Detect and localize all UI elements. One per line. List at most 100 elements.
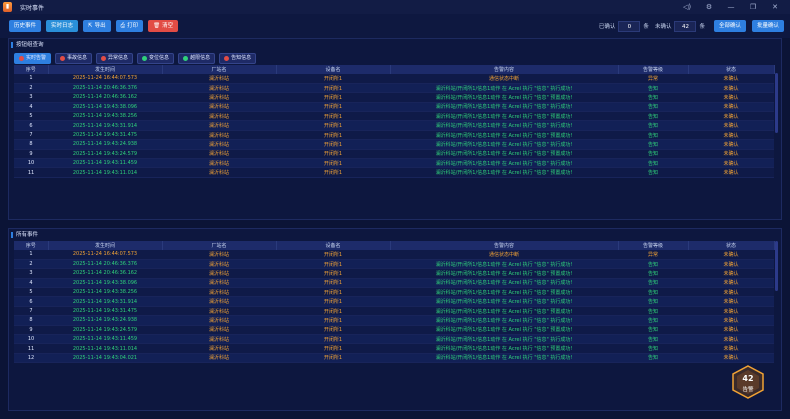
column-header[interactable]: 厂站名 [162,65,277,74]
filter-button[interactable]: 变位信息 [137,52,175,64]
station-name: 澜沂科站 [162,259,276,270]
table-row[interactable]: 7 2025-11-14 19:43:31.475 澜沂科站 开闭所1 澜沂科站/开闭所… [14,130,774,141]
confirm-all-button[interactable]: 全部确认 [713,20,746,32]
column-header[interactable]: 状态 [688,65,775,74]
settings-icon[interactable]: ⚙ [698,3,720,11]
confirm-status: 未确认 [688,139,774,150]
alarm-content: 澜沂科站/开闭所1/信息1动作 在 Acrel 执行 "信息" 执行成功! [390,278,618,289]
table-row[interactable]: 9 2025-11-14 19:43:24.579 澜沂科站 开闭所1 澜沂科站/开闭所… [14,149,774,160]
row-index: 4 [14,102,48,113]
table-row[interactable]: 7 2025-11-14 19:43:31.475 澜沂科站 开闭所1 澜沂科站/开闭所… [14,306,774,317]
column-header[interactable]: 告警等级 [618,241,689,250]
table-row[interactable]: 5 2025-11-14 19:43:38.256 澜沂科站 开闭所1 澜沂科站/开闭所… [14,287,774,298]
table-row[interactable]: 10 2025-11-14 19:43:11.459 澜沂科站 开闭所1 澜沂科站/开闭… [14,334,774,345]
row-index: 11 [14,167,48,178]
table-row[interactable]: 9 2025-11-14 19:43:24.579 澜沂科站 开闭所1 澜沂科站/开闭所… [14,325,774,336]
batch-confirm-button[interactable]: 批量确认 [751,20,784,32]
row-index: 10 [14,158,48,169]
alarm-level: 告知 [618,158,688,169]
filter-button[interactable]: 异常信息 [96,52,134,64]
column-header[interactable]: 发生时间 [48,241,163,250]
realtime-log-button[interactable]: 实时日志 [46,20,79,32]
alarm-level: 告知 [618,149,688,160]
row-index: 10 [14,334,48,345]
table-row[interactable]: 2 2025-11-14 20:46:36.376 澜沂科站 开闭所1 澜沂科站/开闭所… [14,259,774,270]
device-name: 开闭所1 [276,167,390,178]
event-table-top: 序号 发生时间 厂站名 设备名 告警内容 告警等级 状态 1 2025-11-24 16:44… [14,65,775,178]
occur-time: 2025-11-14 19:43:04.021 [48,353,162,364]
table-row[interactable]: 4 2025-11-14 19:43:38.096 澜沂科站 开闭所1 澜沂科站/开闭所… [14,278,774,289]
scrollbar[interactable] [775,73,778,133]
alarm-level: 告知 [618,325,688,336]
minimize-icon[interactable]: — [720,3,742,11]
table-row[interactable]: 2 2025-11-14 20:46:36.376 澜沂科站 开闭所1 澜沂科站/开闭所… [14,83,774,94]
confirm-status: 未确认 [688,111,774,122]
status-dot-icon [19,55,24,61]
window-title: 实时事件 [20,4,45,12]
column-header[interactable]: 厂站名 [162,241,277,250]
table-row[interactable]: 3 2025-11-14 20:46:36.162 澜沂科站 开闭所1 澜沂科站/开闭所… [14,92,774,103]
export-button[interactable]: ⇱ 导出 [83,20,111,32]
column-header[interactable]: 序号 [14,241,49,250]
alarm-content: 通信状态中断 [390,74,618,84]
table-row[interactable]: 8 2025-11-14 19:43:24.938 澜沂科站 开闭所1 澜沂科站/开闭所… [14,139,774,150]
occur-time: 2025-11-14 19:43:31.914 [48,296,162,307]
alarm-level: 告知 [618,343,688,354]
confirm-status: 未确认 [688,353,774,364]
table-row[interactable]: 1 2025-11-24 16:44:07.573 澜沂科站 开闭所1 通信状态中断 异常… [14,250,774,260]
alarm-float-badge[interactable]: 42 告警 [731,365,765,399]
column-header[interactable]: 发生时间 [48,65,163,74]
history-events-button[interactable]: 历史事件 [9,20,42,32]
filter-button[interactable]: 越限信息 [178,52,216,64]
sound-icon[interactable]: ◁) [676,3,698,11]
column-header[interactable]: 告警等级 [618,65,689,74]
close-icon[interactable]: ✕ [764,3,786,11]
row-index: 8 [14,139,48,150]
filter-query-panel: 按钮组查询 实时告警 事故信息 异常信息 变位信息 越限信息 告知信息 序号 发生时间 厂站名… [8,38,782,220]
table-row[interactable]: 3 2025-11-14 20:46:36.162 澜沂科站 开闭所1 澜沂科站/开闭所… [14,268,774,279]
print-button[interactable]: ⎙ 打印 [115,20,144,32]
confirm-status: 未确认 [688,306,774,317]
maximize-icon[interactable]: ❐ [742,3,764,11]
column-header[interactable]: 状态 [688,241,775,250]
column-header[interactable]: 设备名 [276,65,391,74]
alarm-level: 告知 [618,139,688,150]
event-table-bottom: 序号 发生时间 厂站名 设备名 告警内容 告警等级 状态 1 2025-11-24 16:44… [14,241,775,364]
filter-label: 异常信息 [108,54,129,61]
clear-button[interactable]: 🗑 清空 [148,20,179,32]
device-name: 开闭所1 [276,139,390,150]
table-row[interactable]: 8 2025-11-14 19:43:24.938 澜沂科站 开闭所1 澜沂科站/开闭所… [14,315,774,326]
column-header[interactable]: 设备名 [276,241,391,250]
panel-title: 按钮组查询 [9,39,781,51]
column-header[interactable]: 序号 [14,65,49,74]
table-row[interactable]: 5 2025-11-14 19:43:38.256 澜沂科站 开闭所1 澜沂科站/开闭所… [14,111,774,122]
station-name: 澜沂科站 [162,334,276,345]
alarm-level: 告知 [618,278,688,289]
filter-button[interactable]: 实时告警 [14,52,52,64]
device-name: 开闭所1 [276,259,390,270]
column-header[interactable]: 告警内容 [390,65,619,74]
row-index: 7 [14,130,48,141]
alarm-level: 告知 [618,83,688,94]
alarm-content: 澜沂科站/开闭所1/信息1动作 在 Acrel 执行 "信息" 执行成功! [390,296,618,307]
table-row[interactable]: 11 2025-11-14 19:43:11.014 澜沂科站 开闭所1 澜沂科站/开闭… [14,343,774,354]
export-label: 导出 [94,23,106,29]
clear-label: 清空 [162,23,174,29]
table-row[interactable]: 6 2025-11-14 19:43:31.914 澜沂科站 开闭所1 澜沂科站/开闭所… [14,296,774,307]
table-row[interactable]: 6 2025-11-14 19:43:31.914 澜沂科站 开闭所1 澜沂科站/开闭所… [14,120,774,131]
table-row[interactable]: 1 2025-11-24 16:44:07.573 澜沂科站 开闭所1 通信状态中断 异常… [14,74,774,84]
station-name: 澜沂科站 [162,325,276,336]
table-row[interactable]: 4 2025-11-14 19:43:38.096 澜沂科站 开闭所1 澜沂科站/开闭所… [14,102,774,113]
table-row[interactable]: 11 2025-11-14 19:43:11.014 澜沂科站 开闭所1 澜沂科站/开闭… [14,167,774,178]
occur-time: 2025-11-14 20:46:36.162 [48,92,162,103]
filter-button[interactable]: 告知信息 [219,52,257,64]
row-index: 1 [14,250,48,260]
filter-button[interactable]: 事故信息 [55,52,93,64]
device-name: 开闭所1 [276,83,390,94]
occur-time: 2025-11-14 19:43:11.459 [48,158,162,169]
table-row[interactable]: 10 2025-11-14 19:43:11.459 澜沂科站 开闭所1 澜沂科站/开闭… [14,158,774,169]
confirm-summary: 已确认 0 条 未确认 42 条 全部确认 批量确认 [596,20,784,32]
table-row[interactable]: 12 2025-11-14 19:43:04.021 澜沂科站 开闭所1 澜沂科站/开闭… [14,353,774,364]
scrollbar[interactable] [775,241,778,291]
column-header[interactable]: 告警内容 [390,241,619,250]
